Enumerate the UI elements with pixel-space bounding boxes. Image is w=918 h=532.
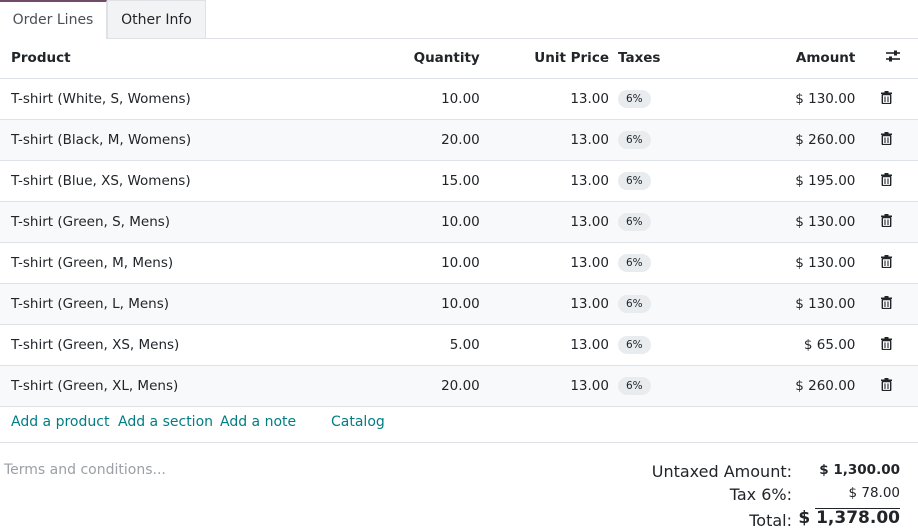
table-row[interactable]: T-shirt (Green, XL, Mens) 20.00 13.00 6%… xyxy=(0,365,918,407)
trash-icon[interactable] xyxy=(881,295,893,309)
tab-other-info[interactable]: Other Info xyxy=(107,0,206,38)
line-amount: $ 130.00 xyxy=(699,283,856,325)
line-quantity[interactable]: 20.00 xyxy=(344,119,480,161)
line-delete xyxy=(855,242,918,284)
line-unit-price[interactable]: 13.00 xyxy=(479,160,609,202)
line-amount: $ 130.00 xyxy=(699,242,856,284)
total-value: $ 1,378.00 xyxy=(798,508,900,528)
tax-badge: 6% xyxy=(617,254,651,272)
line-taxes[interactable]: 6% xyxy=(608,78,700,120)
line-delete xyxy=(855,160,918,202)
line-quantity[interactable]: 10.00 xyxy=(344,201,480,243)
table-header-row: Product Quantity Unit Price Taxes Amount xyxy=(0,38,918,79)
tax-badge: 6% xyxy=(617,336,651,354)
table-row[interactable]: T-shirt (Green, L, Mens) 10.00 13.00 6% … xyxy=(0,283,918,325)
column-settings xyxy=(855,38,918,79)
tax-badge: 6% xyxy=(617,131,651,149)
tax-badge: 6% xyxy=(617,213,651,231)
untaxed-amount-value: $ 1,300.00 xyxy=(819,462,900,478)
catalog-link[interactable]: Catalog xyxy=(331,403,385,441)
trash-icon[interactable] xyxy=(881,172,893,186)
line-unit-price[interactable]: 13.00 xyxy=(479,324,609,366)
trash-icon[interactable] xyxy=(881,336,893,350)
order-lines-table: Product Quantity Unit Price Taxes Amount… xyxy=(0,38,918,407)
line-product[interactable]: T-shirt (Black, M, Womens) xyxy=(0,119,345,161)
line-unit-price[interactable]: 13.00 xyxy=(479,365,609,407)
table-row[interactable]: T-shirt (Green, S, Mens) 10.00 13.00 6% … xyxy=(0,201,918,243)
line-product[interactable]: T-shirt (White, S, Womens) xyxy=(0,78,345,120)
line-quantity[interactable]: 5.00 xyxy=(344,324,480,366)
line-unit-price[interactable]: 13.00 xyxy=(479,242,609,284)
line-product[interactable]: T-shirt (Green, M, Mens) xyxy=(0,242,345,284)
tax-badge: 6% xyxy=(617,295,651,313)
untaxed-amount-label: Untaxed Amount: xyxy=(651,462,792,481)
column-header-unit-price[interactable]: Unit Price xyxy=(479,38,609,79)
line-delete xyxy=(855,201,918,243)
tax-badge: 6% xyxy=(617,172,651,190)
table-row[interactable]: T-shirt (White, S, Womens) 10.00 13.00 6… xyxy=(0,78,918,120)
line-delete xyxy=(855,365,918,407)
trash-icon[interactable] xyxy=(881,254,893,268)
table-row[interactable]: T-shirt (Blue, XS, Womens) 15.00 13.00 6… xyxy=(0,160,918,202)
column-header-taxes[interactable]: Taxes xyxy=(608,38,700,79)
line-taxes[interactable]: 6% xyxy=(608,242,700,284)
line-product[interactable]: T-shirt (Green, S, Mens) xyxy=(0,201,345,243)
add-note-link[interactable]: Add a note xyxy=(220,403,296,441)
line-taxes[interactable]: 6% xyxy=(608,324,700,366)
column-header-quantity[interactable]: Quantity xyxy=(344,38,480,79)
tax-value: $ 78.00 xyxy=(848,485,900,501)
add-line-row: Add a product Add a section Add a note C… xyxy=(0,403,918,443)
line-quantity[interactable]: 20.00 xyxy=(344,365,480,407)
add-product-link[interactable]: Add a product xyxy=(11,403,109,441)
line-product[interactable]: T-shirt (Green, L, Mens) xyxy=(0,283,345,325)
tab-bar: Order Lines Other Info xyxy=(0,0,918,39)
line-amount: $ 65.00 xyxy=(699,324,856,366)
line-unit-price[interactable]: 13.00 xyxy=(479,201,609,243)
total-label: Total: xyxy=(749,511,792,530)
line-taxes[interactable]: 6% xyxy=(608,283,700,325)
table-row[interactable]: T-shirt (Black, M, Womens) 20.00 13.00 6… xyxy=(0,119,918,161)
trash-icon[interactable] xyxy=(881,377,893,391)
trash-icon[interactable] xyxy=(881,90,893,104)
tax-label: Tax 6%: xyxy=(729,485,792,504)
tax-badge: 6% xyxy=(617,90,651,108)
tax-badge: 6% xyxy=(617,377,651,395)
line-product[interactable]: T-shirt (Green, XL, Mens) xyxy=(0,365,345,407)
line-delete xyxy=(855,119,918,161)
line-unit-price[interactable]: 13.00 xyxy=(479,78,609,120)
table-row[interactable]: T-shirt (Green, M, Mens) 10.00 13.00 6% … xyxy=(0,242,918,284)
table-row[interactable]: T-shirt (Green, XS, Mens) 5.00 13.00 6% … xyxy=(0,324,918,366)
terms-and-conditions-field[interactable]: Terms and conditions... xyxy=(4,462,166,478)
line-unit-price[interactable]: 13.00 xyxy=(479,283,609,325)
line-taxes[interactable]: 6% xyxy=(608,160,700,202)
line-amount: $ 130.00 xyxy=(699,78,856,120)
add-section-link[interactable]: Add a section xyxy=(118,403,213,441)
line-amount: $ 195.00 xyxy=(699,160,856,202)
column-header-amount[interactable]: Amount xyxy=(699,38,856,79)
line-delete xyxy=(855,78,918,120)
line-amount: $ 130.00 xyxy=(699,201,856,243)
line-quantity[interactable]: 15.00 xyxy=(344,160,480,202)
line-quantity[interactable]: 10.00 xyxy=(344,78,480,120)
sliders-icon[interactable] xyxy=(885,49,901,63)
line-product[interactable]: T-shirt (Blue, XS, Womens) xyxy=(0,160,345,202)
tab-order-lines[interactable]: Order Lines xyxy=(0,0,107,39)
column-header-product[interactable]: Product xyxy=(0,38,345,79)
line-taxes[interactable]: 6% xyxy=(608,119,700,161)
line-quantity[interactable]: 10.00 xyxy=(344,283,480,325)
line-amount: $ 260.00 xyxy=(699,365,856,407)
line-product[interactable]: T-shirt (Green, XS, Mens) xyxy=(0,324,345,366)
line-quantity[interactable]: 10.00 xyxy=(344,242,480,284)
line-amount: $ 260.00 xyxy=(699,119,856,161)
line-delete xyxy=(855,324,918,366)
line-taxes[interactable]: 6% xyxy=(608,365,700,407)
trash-icon[interactable] xyxy=(881,131,893,145)
line-taxes[interactable]: 6% xyxy=(608,201,700,243)
trash-icon[interactable] xyxy=(881,213,893,227)
line-delete xyxy=(855,283,918,325)
line-unit-price[interactable]: 13.00 xyxy=(479,119,609,161)
